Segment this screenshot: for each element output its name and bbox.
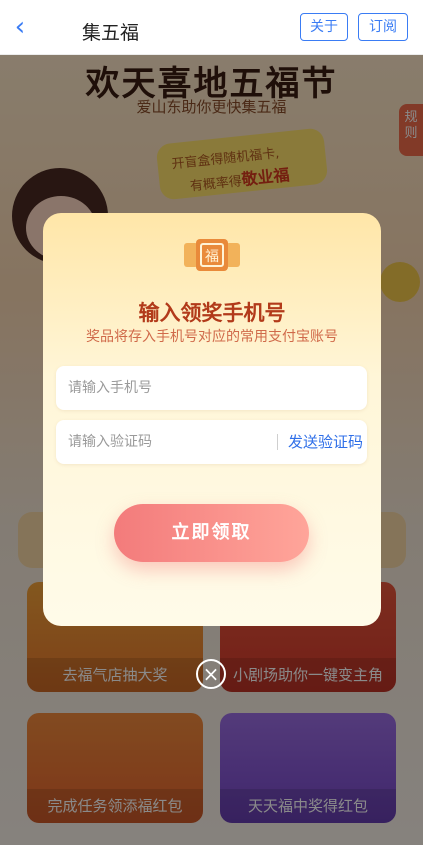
modal-subtitle: 奖品将存入手机号对应的常用支付宝账号	[86, 329, 338, 345]
fu-ticket-icon: 福	[184, 239, 240, 271]
modal-title: 输入领奖手机号	[138, 301, 286, 325]
phone-field[interactable]	[56, 366, 367, 410]
phone-input[interactable]	[56, 366, 367, 410]
page-title: 集五福	[82, 22, 140, 44]
code-field[interactable]: 发送验证码	[56, 420, 367, 464]
chevron-left-icon[interactable]: ‹	[8, 14, 32, 40]
divider	[277, 434, 278, 450]
phone-modal: 福 输入领奖手机号 奖品将存入手机号对应的常用支付宝账号 发送验证码 立即领取	[43, 213, 381, 626]
nav-bar: ‹ 集五福 关于 订阅	[0, 0, 423, 55]
claim-button[interactable]: 立即领取	[114, 504, 309, 562]
code-input[interactable]	[56, 420, 256, 464]
svg-text:福: 福	[205, 249, 219, 265]
about-button[interactable]: 关于	[300, 13, 348, 41]
close-icon[interactable]: ×	[196, 659, 226, 689]
subscribe-button[interactable]: 订阅	[358, 13, 408, 41]
send-code-button[interactable]: 发送验证码	[288, 420, 363, 464]
